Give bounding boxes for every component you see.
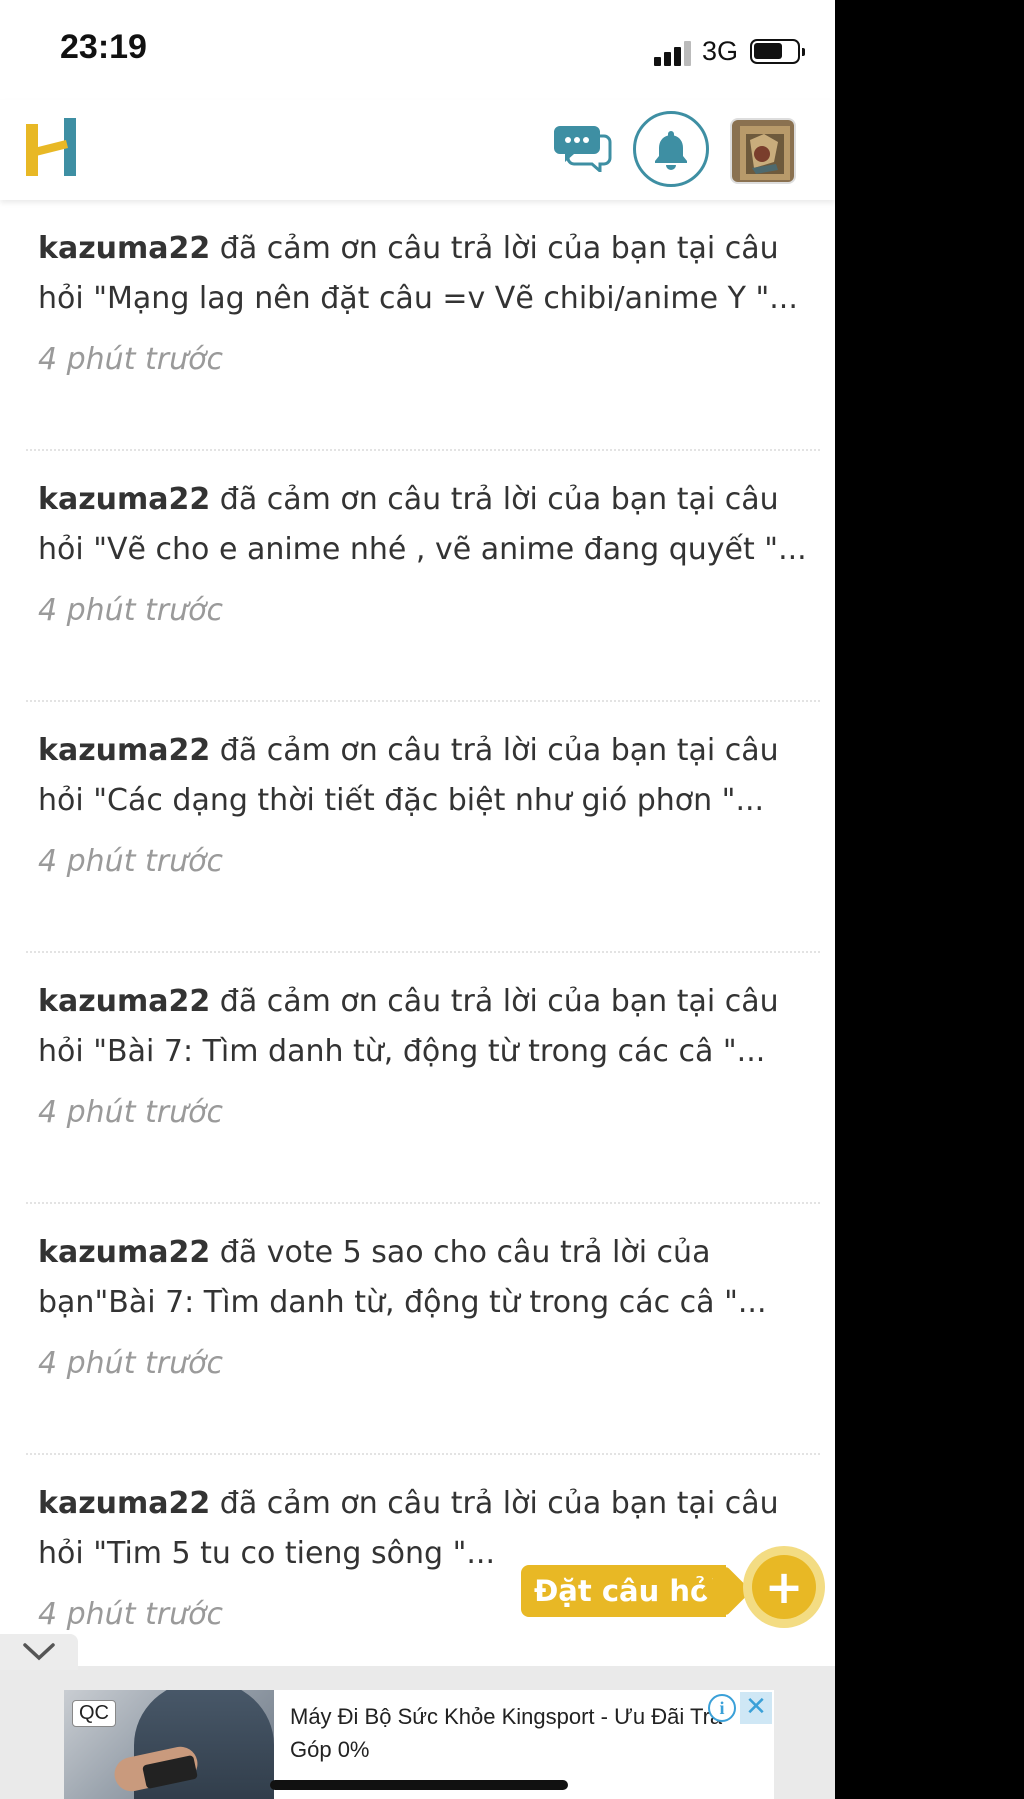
- hoc24-logo[interactable]: [26, 118, 78, 176]
- notifications-bell-button[interactable]: [633, 111, 709, 187]
- notification-user[interactable]: kazuma22: [38, 733, 210, 768]
- notification-user[interactable]: kazuma22: [38, 1486, 210, 1521]
- bell-icon: [655, 131, 687, 170]
- notification-item[interactable]: kazuma22 đã cảm ơn câu trả lời của bạn t…: [26, 200, 820, 451]
- battery-icon: [750, 39, 805, 64]
- ask-question-button[interactable]: Đặt câu hỏi +: [521, 1546, 825, 1630]
- notification-user[interactable]: kazuma22: [38, 231, 210, 266]
- chevron-down-icon: [23, 1643, 55, 1661]
- ad-info-icon[interactable]: i: [708, 1694, 736, 1722]
- status-time: 23:19: [60, 28, 147, 66]
- notification-item[interactable]: kazuma22 đã cảm ơn câu trả lời của bạn t…: [26, 451, 820, 702]
- plus-icon[interactable]: +: [743, 1546, 825, 1628]
- ask-question-label[interactable]: Đặt câu hỏi: [521, 1565, 726, 1617]
- plus-glyph: +: [752, 1555, 816, 1619]
- notification-time: 4 phút trước: [38, 593, 223, 628]
- notification-text: kazuma22 đã cảm ơn câu trả lời của bạn t…: [38, 726, 818, 826]
- home-indicator[interactable]: [270, 1780, 568, 1790]
- notification-user[interactable]: kazuma22: [38, 482, 210, 517]
- notification-item[interactable]: kazuma22 đã cảm ơn câu trả lời của bạn t…: [26, 702, 820, 953]
- app-screen: 23:19 3G kazuma22 đã cảm ơn câu trả lời …: [0, 0, 835, 1799]
- notification-user[interactable]: kazuma22: [38, 984, 210, 1019]
- notification-time: 4 phút trước: [38, 1346, 223, 1381]
- app-header: [0, 100, 835, 200]
- notification-time: 4 phút trước: [38, 1095, 223, 1130]
- network-type: 3G: [702, 36, 739, 66]
- notification-text: kazuma22 đã cảm ơn câu trả lời của bạn t…: [38, 475, 818, 575]
- notification-text: kazuma22 đã cảm ơn câu trả lời của bạn t…: [38, 224, 818, 324]
- notification-text: kazuma22 đã vote 5 sao cho câu trả lời c…: [38, 1228, 818, 1328]
- user-avatar[interactable]: [730, 118, 796, 184]
- signal-icon: [654, 40, 694, 66]
- letterbox-bar: [835, 0, 1024, 1799]
- notification-item[interactable]: kazuma22 đã vote 5 sao cho câu trả lời c…: [26, 1204, 820, 1455]
- notification-item[interactable]: kazuma22 đã cảm ơn câu trả lời của bạn t…: [26, 953, 820, 1204]
- ad-collapse-toggle[interactable]: [0, 1634, 78, 1670]
- ad-text[interactable]: Máy Đi Bộ Sức Khỏe Kingsport - Ưu Đãi Tr…: [290, 1700, 730, 1766]
- notification-list: kazuma22 đã cảm ơn câu trả lời của bạn t…: [26, 200, 820, 1706]
- status-bar: 23:19 3G: [0, 0, 835, 100]
- notification-time: 4 phút trước: [38, 342, 223, 377]
- notification-time: 4 phút trước: [38, 844, 223, 879]
- ad-close-icon[interactable]: ✕: [740, 1692, 772, 1724]
- ad-badge: QC: [72, 1700, 116, 1727]
- notification-text: kazuma22 đã cảm ơn câu trả lời của bạn t…: [38, 977, 818, 1077]
- messages-icon[interactable]: [554, 122, 612, 175]
- notification-user[interactable]: kazuma22: [38, 1235, 210, 1270]
